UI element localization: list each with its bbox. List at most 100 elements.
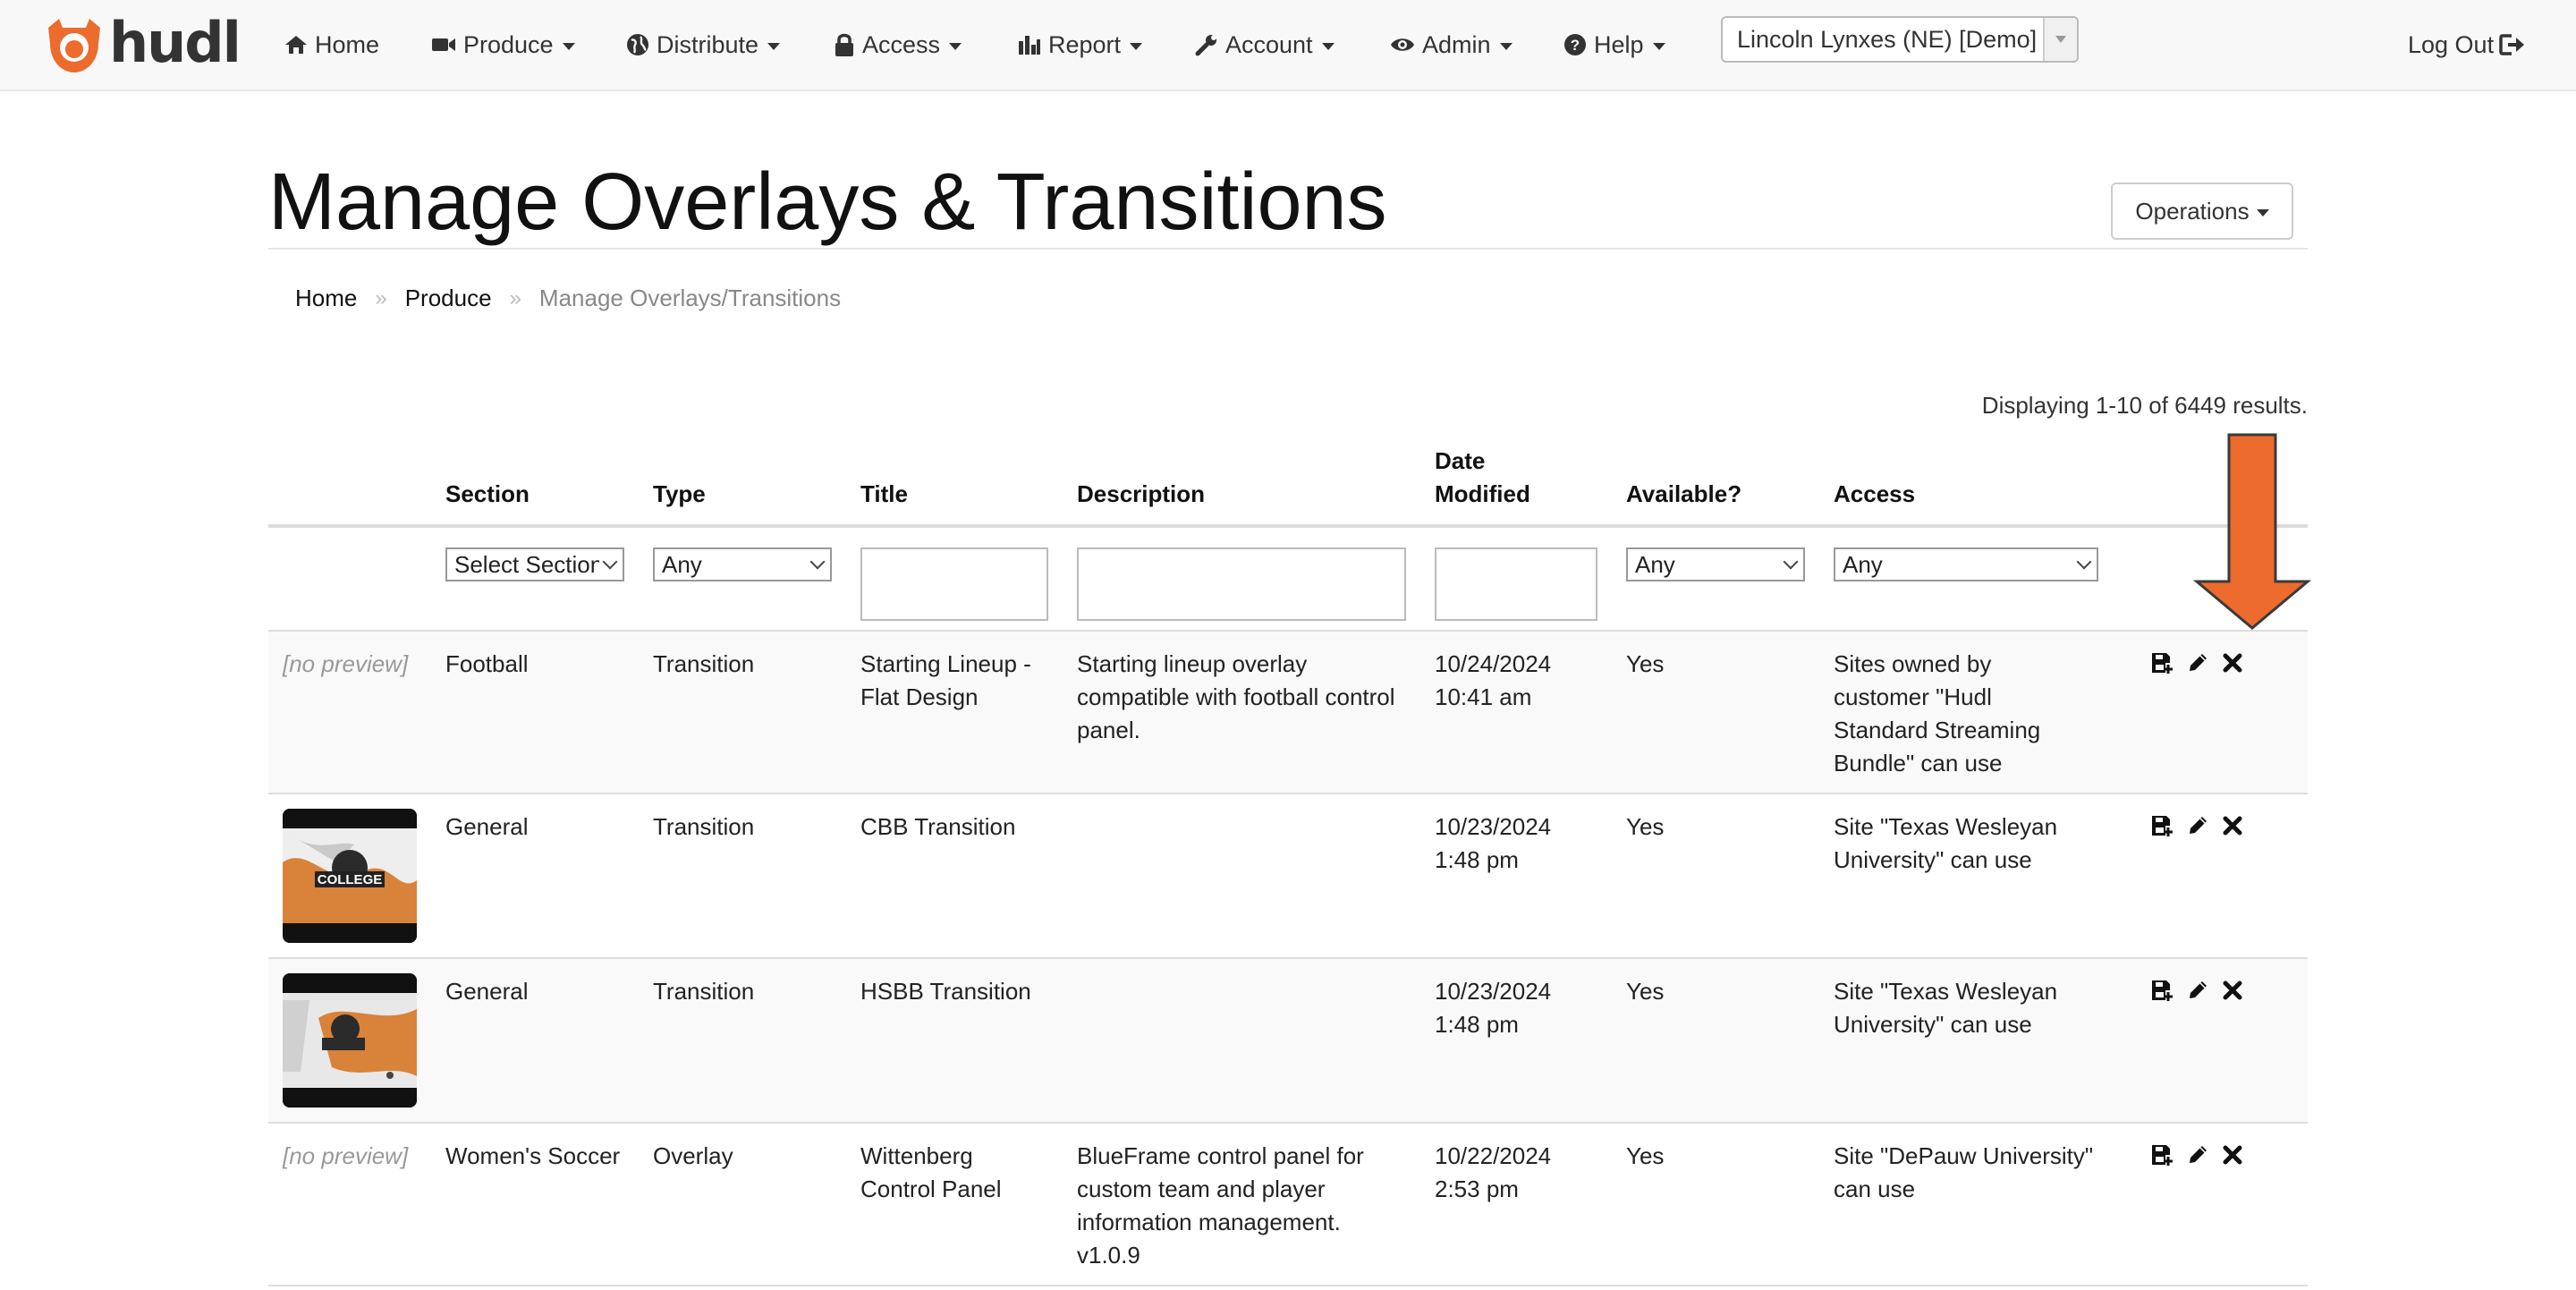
cell-section: General bbox=[445, 813, 529, 840]
available-filter-select[interactable]: Any bbox=[1626, 547, 1805, 581]
description-filter-input[interactable] bbox=[1077, 547, 1406, 621]
wrench-icon bbox=[1195, 35, 1216, 56]
brand-name: hudl bbox=[109, 9, 242, 75]
breadcrumb-current: Manage Overlays/Transitions bbox=[538, 284, 842, 311]
nav-home[interactable]: Home bbox=[284, 0, 379, 89]
cell-section: General bbox=[445, 978, 529, 1005]
cell-date: 10/23/2024 bbox=[1435, 978, 1552, 1005]
cell-type: Transition bbox=[653, 978, 755, 1005]
title-divider bbox=[268, 248, 2308, 250]
cell-type: Transition bbox=[653, 813, 755, 840]
table-row: General Transition HSBB Transition 10/23… bbox=[268, 957, 2308, 1122]
breadcrumb-separator: » bbox=[375, 285, 387, 310]
no-preview-label: [no preview] bbox=[283, 1142, 409, 1169]
column-header-date-modified[interactable]: Date Modified bbox=[1435, 445, 1530, 511]
column-header-access[interactable]: Access bbox=[1834, 478, 1915, 511]
close-icon[interactable] bbox=[2222, 652, 2243, 674]
site-selector[interactable]: Lincoln Lynxes (NE) [Demo] bbox=[1721, 16, 2079, 63]
cell-access: Site "Texas Wesleyan University" can use bbox=[1834, 813, 2058, 873]
nav-access-label: Access bbox=[862, 30, 941, 58]
nav-produce[interactable]: Produce bbox=[431, 0, 575, 89]
access-filter-select[interactable]: Any bbox=[1834, 547, 2098, 581]
title-filter-input[interactable] bbox=[860, 547, 1048, 621]
chevron-down-icon bbox=[809, 554, 826, 570]
type-filter-select[interactable]: Any bbox=[653, 547, 832, 581]
filter-row: Select Section Any Any Any bbox=[268, 531, 2308, 623]
pencil-icon[interactable] bbox=[2186, 979, 2209, 1002]
column-header-date-line1: Date bbox=[1435, 447, 1486, 474]
annotation-arrow-icon bbox=[2193, 433, 2311, 630]
cell-time: 10:41 am bbox=[1435, 683, 1532, 710]
row-actions bbox=[2150, 979, 2243, 1002]
cell-description: Starting lineup overlay compatible with … bbox=[1077, 650, 1395, 743]
column-header-section[interactable]: Section bbox=[445, 478, 530, 511]
hudl-logo[interactable]: hudl bbox=[43, 9, 242, 77]
cell-date-modified: 10/24/2024 10:41 am bbox=[1435, 648, 1614, 714]
row-actions bbox=[2150, 814, 2243, 837]
column-header-description[interactable]: Description bbox=[1077, 478, 1205, 511]
top-navbar: hudl Home Produce Distribute Access Repo… bbox=[0, 0, 2576, 91]
cell-access: Site "DePauw University" can use bbox=[1834, 1142, 2094, 1202]
section-filter-value: Select Section bbox=[454, 550, 599, 578]
pencil-icon[interactable] bbox=[2186, 651, 2209, 675]
breadcrumb-produce[interactable]: Produce bbox=[405, 284, 492, 312]
site-selector-value: Lincoln Lynxes (NE) [Demo] bbox=[1737, 25, 2038, 53]
close-icon[interactable] bbox=[2222, 815, 2243, 836]
pencil-icon[interactable] bbox=[2186, 1143, 2209, 1167]
site-selector-toggle[interactable] bbox=[2043, 18, 2077, 61]
bar-chart-icon bbox=[1019, 36, 1040, 55]
breadcrumb-home[interactable]: Home bbox=[295, 284, 357, 312]
logout-link[interactable]: Log Out bbox=[2408, 0, 2526, 89]
preview-thumbnail[interactable] bbox=[283, 973, 417, 1108]
cell-available: Yes bbox=[1626, 978, 1665, 1005]
preview-thumbnail[interactable]: COLLEGE bbox=[283, 809, 417, 943]
cell-time: 2:53 pm bbox=[1435, 1175, 1519, 1202]
cell-date-modified: 10/22/2024 2:53 pm bbox=[1435, 1140, 1614, 1206]
cell-available: Yes bbox=[1626, 1142, 1665, 1169]
cell-type: Transition bbox=[653, 650, 755, 677]
save-copy-icon[interactable] bbox=[2150, 979, 2174, 1002]
nav-admin[interactable]: Admin bbox=[1390, 0, 1513, 89]
cell-date-modified: 10/23/2024 1:48 pm bbox=[1435, 975, 1614, 1041]
chevron-down-icon bbox=[1130, 42, 1143, 50]
nav-report-label: Report bbox=[1048, 30, 1122, 58]
save-copy-icon[interactable] bbox=[2150, 814, 2174, 837]
chevron-down-icon bbox=[1321, 42, 1335, 50]
eye-icon bbox=[1391, 38, 1414, 51]
home-icon bbox=[285, 36, 307, 54]
pencil-icon[interactable] bbox=[2186, 814, 2209, 837]
thumbnail-text: COLLEGE bbox=[318, 872, 383, 887]
nav-help[interactable]: ? Help bbox=[1563, 0, 1665, 89]
section-filter-select[interactable]: Select Section bbox=[445, 547, 624, 581]
table-row: COLLEGE General Transition CBB Transitio… bbox=[268, 793, 2308, 957]
high-school-basketball-thumbnail-image bbox=[283, 973, 417, 1108]
column-header-title[interactable]: Title bbox=[860, 478, 908, 511]
page-title: Manage Overlays & Transitions bbox=[268, 157, 1387, 247]
column-header-available[interactable]: Available? bbox=[1626, 478, 1741, 511]
nav-help-label: Help bbox=[1594, 30, 1644, 58]
breadcrumb: Home » Produce » Manage Overlays/Transit… bbox=[295, 284, 841, 312]
results-summary: Displaying 1-10 of 6449 results. bbox=[1981, 392, 2308, 419]
cell-title: HSBB Transition bbox=[860, 978, 1031, 1005]
lock-icon bbox=[835, 33, 853, 56]
nav-access[interactable]: Access bbox=[834, 0, 962, 89]
close-icon[interactable] bbox=[2222, 980, 2243, 1001]
nav-report[interactable]: Report bbox=[1018, 0, 1143, 89]
chevron-down-icon bbox=[2256, 208, 2269, 216]
save-copy-icon[interactable] bbox=[2150, 1143, 2174, 1167]
chevron-down-icon bbox=[2055, 36, 2066, 43]
no-preview-label: [no preview] bbox=[283, 650, 409, 677]
column-header-type[interactable]: Type bbox=[653, 478, 706, 511]
date-filter-input[interactable] bbox=[1435, 547, 1597, 621]
chevron-down-icon bbox=[1652, 42, 1665, 50]
breadcrumb-separator: » bbox=[509, 285, 521, 310]
hudl-mascot-icon bbox=[48, 19, 100, 72]
nav-account[interactable]: Account bbox=[1195, 0, 1335, 89]
operations-button[interactable]: Operations bbox=[2111, 182, 2293, 240]
cell-access: Sites owned by customer "Hudl Standard S… bbox=[1834, 650, 2041, 777]
save-copy-icon[interactable] bbox=[2150, 651, 2174, 675]
nav-distribute[interactable]: Distribute bbox=[626, 0, 781, 89]
close-icon[interactable] bbox=[2222, 1144, 2243, 1166]
chevron-down-icon bbox=[767, 42, 781, 50]
cell-section: Football bbox=[445, 650, 529, 677]
